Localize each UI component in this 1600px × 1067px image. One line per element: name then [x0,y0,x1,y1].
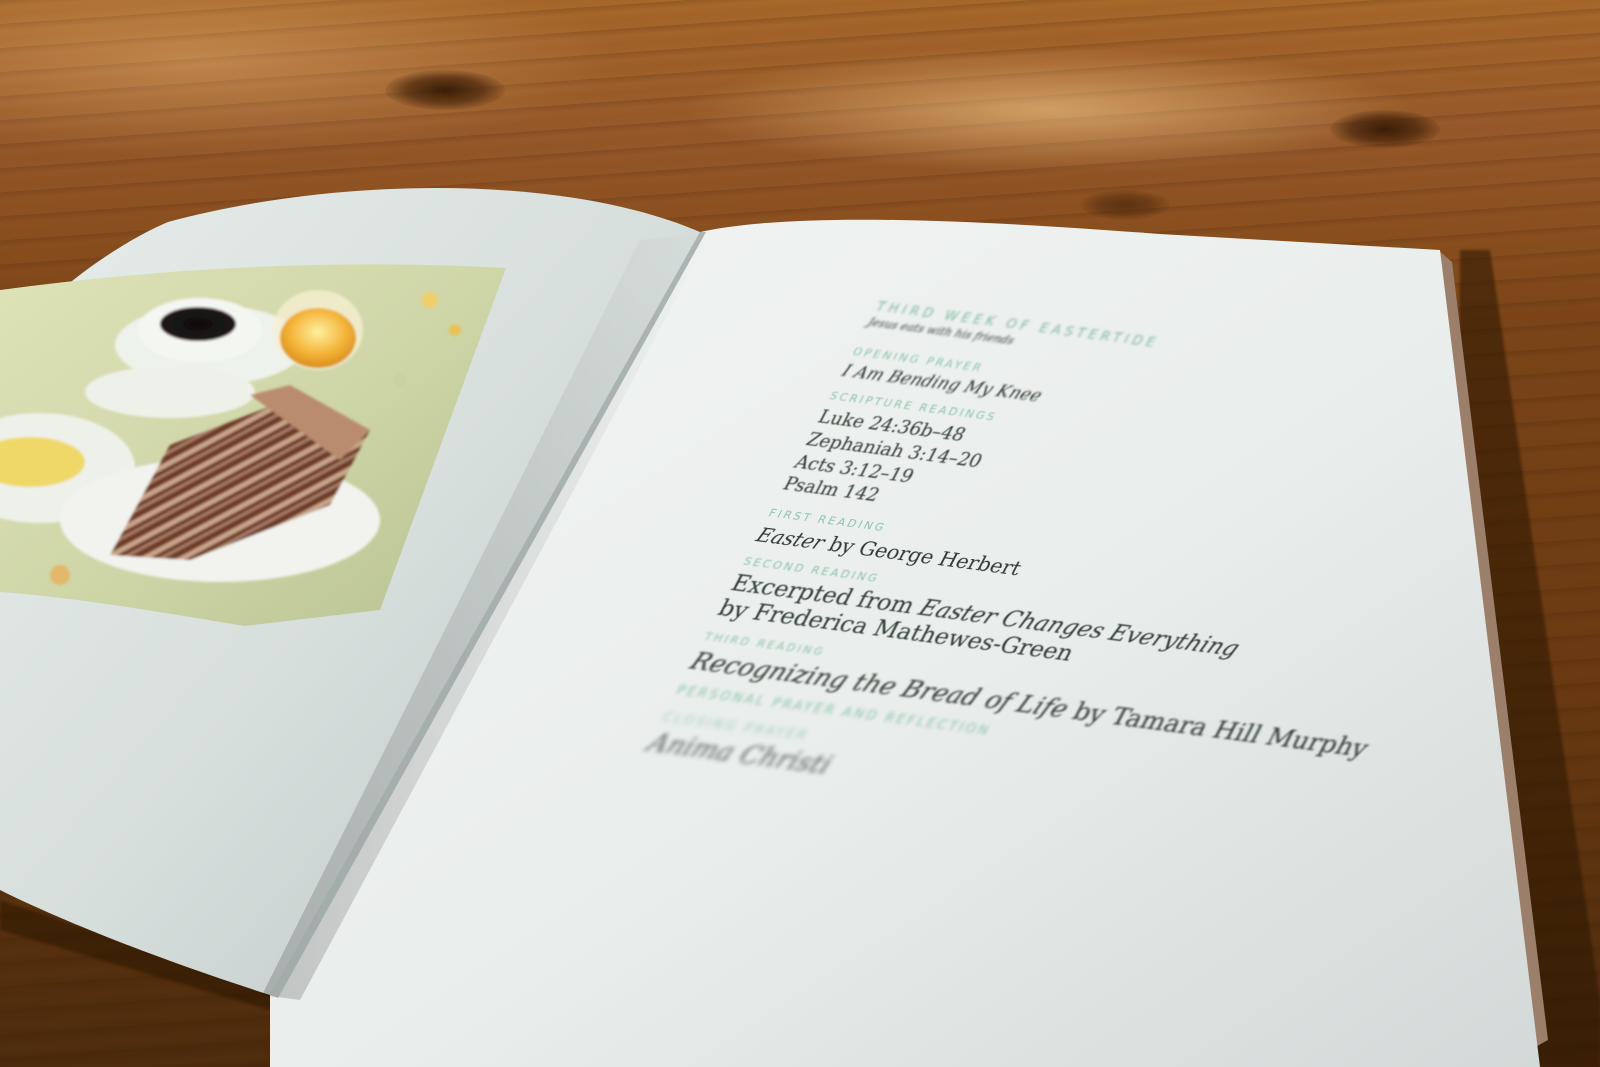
first-reading-title: Easter [752,522,830,555]
